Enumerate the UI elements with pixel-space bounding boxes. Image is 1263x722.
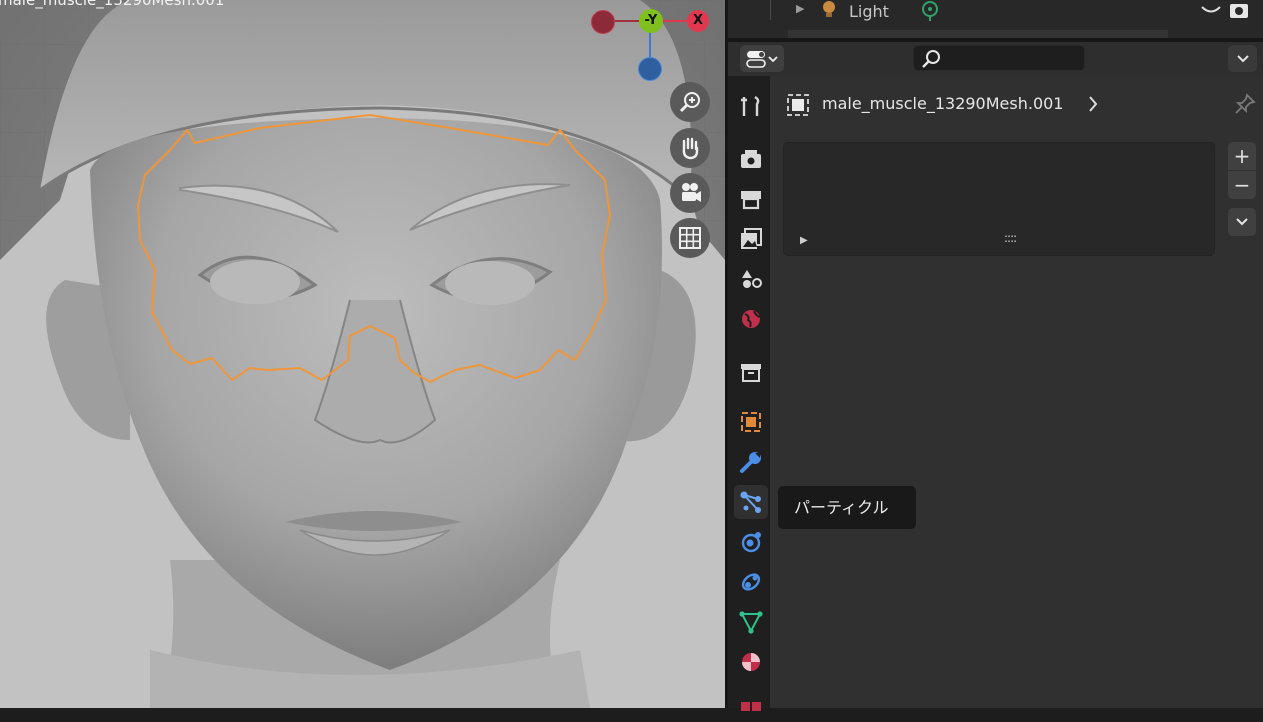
constraints-icon: [741, 573, 761, 591]
wrench-icon: [740, 452, 761, 473]
chevron-down-icon: [1236, 54, 1249, 62]
constraints-tab[interactable]: [734, 565, 768, 599]
options-dropdown[interactable]: [1228, 45, 1257, 72]
chevron-down-icon: [1236, 218, 1248, 226]
collection-tab[interactable]: [734, 355, 768, 389]
chevron-right-icon: [1086, 94, 1100, 118]
gizmo-neg-y-ball[interactable]: -Y: [639, 9, 663, 33]
material-tab[interactable]: [734, 645, 768, 679]
material-icon: [742, 653, 760, 671]
specials-menu-button[interactable]: [1228, 208, 1256, 236]
physics-icon: [741, 532, 761, 553]
remove-particle-system-button[interactable]: −: [1228, 171, 1256, 199]
texture-tab[interactable]: [734, 688, 768, 722]
world-icon: [742, 310, 761, 328]
data-tab[interactable]: [734, 605, 768, 639]
render-icon: [741, 150, 761, 168]
object-data-icon: [786, 93, 810, 121]
scene-icon: [742, 270, 762, 288]
particles-tab[interactable]: [734, 485, 768, 519]
outliner-row-label[interactable]: Light: [849, 2, 889, 21]
object-tab[interactable]: [734, 405, 768, 439]
render-camera-icon[interactable]: [1228, 0, 1250, 24]
camera-icon[interactable]: [670, 173, 710, 213]
gizmo-x-ball[interactable]: X: [687, 10, 709, 32]
restrict-select-icon[interactable]: [1200, 2, 1222, 22]
world-tab[interactable]: [734, 302, 768, 336]
mesh-data-icon: [739, 611, 763, 634]
modifiers-tab[interactable]: [734, 445, 768, 479]
light-bulb-icon: [820, 0, 838, 26]
properties-header: [728, 42, 1263, 76]
next-row-partial: [788, 30, 1168, 38]
outliner[interactable]: ▶ Light: [728, 0, 1263, 38]
scene-tab[interactable]: [734, 262, 768, 296]
output-tab[interactable]: [734, 182, 768, 216]
properties-tab-bar: [728, 76, 770, 711]
grid-icon[interactable]: [670, 218, 710, 258]
breadcrumb-object-name: male_muscle_13290Mesh.001: [822, 94, 1064, 113]
list-filter-expand-icon[interactable]: ▶: [800, 235, 808, 246]
collection-icon: [741, 364, 761, 382]
tool-icon: [741, 95, 760, 116]
view-layer-tab[interactable]: [734, 222, 768, 256]
sculpt-head-render: [0, 0, 725, 708]
3d-viewport[interactable]: male_muscle_13290Mesh.001 -Y X: [0, 0, 725, 708]
viewport-object-label: male_muscle_13290Mesh.001: [0, 0, 225, 9]
gizmo-neg-z-ball[interactable]: [638, 57, 662, 81]
editor-type-dropdown[interactable]: [740, 45, 784, 72]
hand-pan-icon[interactable]: [670, 128, 710, 168]
add-particle-system-button[interactable]: +: [1228, 142, 1256, 170]
particles-icon: [740, 491, 761, 513]
search-input[interactable]: [913, 45, 1085, 71]
gizmo-neg-x-ball[interactable]: [591, 10, 615, 34]
light-data-icon: [920, 0, 940, 26]
output-icon: [741, 191, 761, 210]
render-tab[interactable]: [734, 142, 768, 176]
expand-arrow-icon[interactable]: ▶: [796, 2, 804, 15]
properties-panel: male_muscle_13290Mesh.001 ▶ :::: + −: [770, 76, 1263, 708]
search-icon: [922, 50, 940, 68]
tool-tab[interactable]: [734, 90, 768, 124]
pin-icon[interactable]: [1233, 92, 1257, 120]
particle-system-list[interactable]: ▶ ::::: [783, 142, 1215, 256]
texture-icon: [741, 702, 761, 711]
list-resize-grip[interactable]: ::::: [1004, 231, 1017, 245]
view-layer-icon: [741, 228, 762, 249]
object-icon: [741, 412, 761, 432]
zoom-icon[interactable]: [670, 82, 710, 122]
physics-tab[interactable]: [734, 525, 768, 559]
tree-line: [770, 0, 771, 20]
tab-tooltip: パーティクル: [778, 486, 916, 529]
